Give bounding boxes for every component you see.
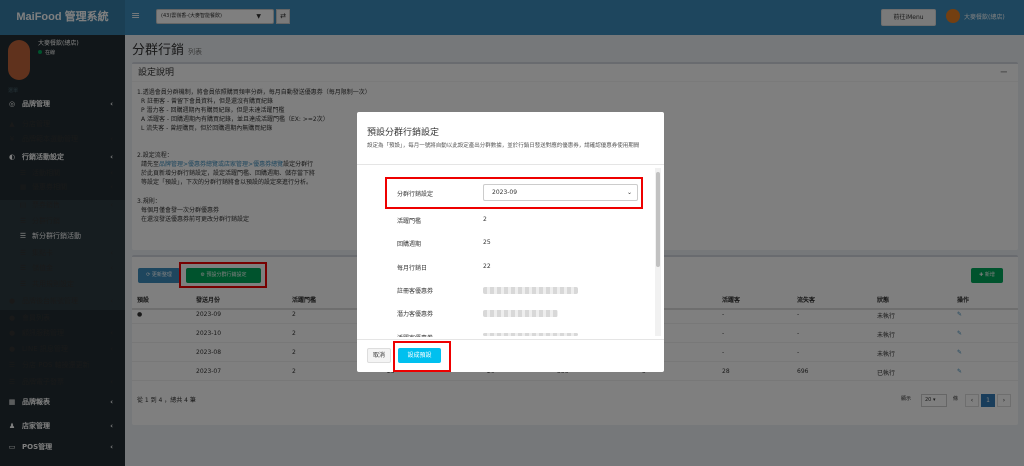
field-value: 2 [483, 216, 487, 223]
highlight-box [393, 341, 451, 372]
cancel-button[interactable]: 取消 [367, 348, 391, 363]
redacted-coupon-value [483, 310, 558, 317]
scrollbar-thumb[interactable] [656, 172, 660, 267]
field-label: 活躍門檻 [397, 218, 422, 225]
highlight-box [385, 177, 643, 209]
field-value: 25 [483, 239, 491, 246]
modal-description: 設定為「預設」，每月一號將自動以此設定產出分群數據，並於行銷日發送對應的優惠券，… [367, 143, 640, 149]
redacted-coupon-value [483, 333, 578, 336]
field-label: 活躍客優惠券 [397, 333, 433, 337]
modal-title: 預設分群行銷設定 [367, 128, 440, 138]
field-value: 22 [483, 263, 491, 270]
redacted-coupon-value [483, 287, 578, 294]
field-label: 回購週期 [397, 241, 422, 248]
field-label: 每月行銷日 [397, 265, 428, 272]
field-label: 潛力客優惠券 [397, 311, 434, 318]
field-label: 註冊客優惠券 [397, 288, 434, 295]
